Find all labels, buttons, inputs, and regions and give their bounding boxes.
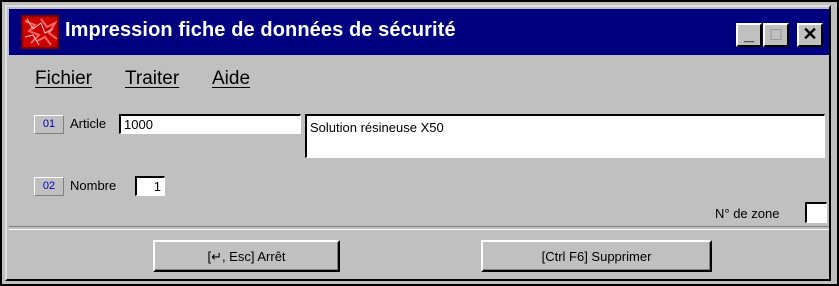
maximize-icon: □ — [770, 24, 782, 44]
article-label: Article — [70, 116, 107, 131]
form-panel: 01 Article Solution résineuse X50 02 Nom… — [9, 103, 829, 223]
title-bar[interactable]: Impression fiche de données de sécurité … — [9, 9, 829, 55]
article-description-field[interactable]: Solution résineuse X50 — [305, 114, 825, 158]
close-icon: ✕ — [802, 24, 818, 44]
maximize-button[interactable]: □ — [763, 23, 789, 47]
stop-button[interactable]: [↵, Esc] Arrêt — [153, 240, 340, 272]
red-document-icon — [21, 15, 59, 49]
close-button[interactable]: ✕ — [797, 23, 823, 47]
nombre-input[interactable] — [135, 176, 165, 196]
zone-number-input[interactable] — [805, 202, 827, 223]
menu-bar: Fichier Traiter Aide — [9, 58, 829, 98]
menu-aide[interactable]: Aide — [212, 68, 250, 90]
menu-fichier[interactable]: Fichier — [35, 68, 92, 90]
nombre-label: Nombre — [70, 178, 117, 193]
window-title: Impression fiche de données de sécurité — [65, 19, 456, 41]
zone-number-nombre[interactable]: 02 — [34, 177, 64, 196]
button-bar-separator — [9, 226, 829, 230]
zone-number-label: N° de zone — [715, 206, 780, 221]
minimize-icon: _ — [743, 24, 754, 44]
minimize-button[interactable]: _ — [736, 23, 762, 47]
delete-button[interactable]: [Ctrl F6] Supprimer — [481, 240, 712, 272]
zone-number-article[interactable]: 01 — [34, 115, 64, 134]
menu-traiter[interactable]: Traiter — [125, 68, 179, 90]
article-input[interactable] — [119, 114, 301, 134]
